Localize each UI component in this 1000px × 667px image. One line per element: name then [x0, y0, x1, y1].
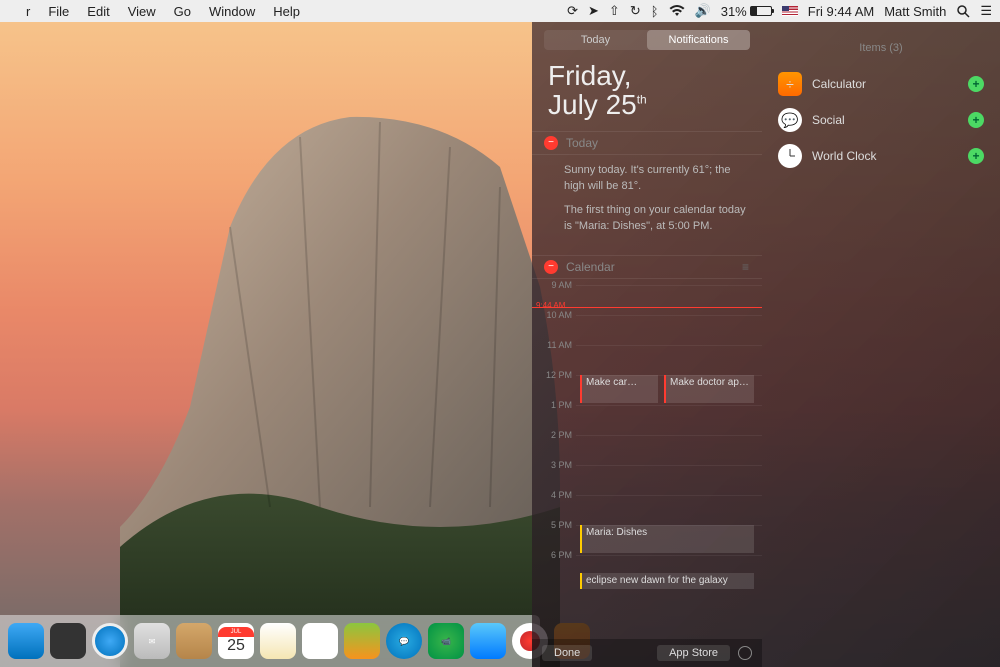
nc-today-panel: Today Notifications Friday, July 25th − … [532, 22, 762, 667]
dock-maps[interactable] [344, 623, 380, 659]
volume-icon[interactable]: 🔊 [695, 3, 711, 19]
add-calculator-button[interactable]: + [968, 76, 984, 92]
dock-calendar[interactable]: JUL25 [218, 623, 254, 659]
menu-view[interactable]: View [128, 4, 156, 19]
event-eclipse[interactable]: eclipse new dawn for the galaxy [580, 573, 754, 589]
user-menu[interactable]: Matt Smith [884, 4, 946, 19]
dock-finder[interactable] [8, 623, 44, 659]
item-label: World Clock [812, 149, 876, 163]
dock-notes[interactable] [260, 623, 296, 659]
nc-date-heading: Friday, July 25th [532, 62, 762, 131]
dock-contacts[interactable] [176, 623, 212, 659]
today-widget-header[interactable]: − Today [532, 131, 762, 155]
calendar-widget-header[interactable]: − Calendar ≡ [532, 255, 762, 279]
nc-footer: Done App Store [532, 639, 762, 667]
battery-status[interactable]: 31% [721, 4, 772, 19]
add-social-button[interactable]: + [968, 112, 984, 128]
today-widget-title: Today [566, 136, 598, 150]
dock-launchpad[interactable] [50, 623, 86, 659]
tab-today[interactable]: Today [544, 30, 647, 50]
today-widget-body: Sunny today. It's currently 61°; the hig… [532, 155, 762, 255]
menu-window[interactable]: Window [209, 4, 255, 19]
remove-calendar-widget[interactable]: − [544, 260, 558, 274]
calendar-widget-body: 9 AM 9:44 AM 10 AM 11 AM 12 PM Make car…… [532, 279, 762, 639]
menu-help[interactable]: Help [273, 4, 300, 19]
calendar-summary: The first thing on your calendar today i… [564, 203, 746, 235]
item-label: Calculator [812, 77, 866, 91]
spotlight-icon[interactable] [956, 4, 970, 18]
sync-icon[interactable]: ↻ [630, 3, 641, 19]
items-header: Items (3) [774, 30, 988, 66]
status-icon[interactable]: ⟳ [567, 3, 578, 19]
menubar: r File Edit View Go Window Help ⟳ ➤ ⇧ ↻ … [0, 0, 1000, 22]
now-indicator [532, 307, 762, 308]
dock-mail[interactable]: ✉ [134, 623, 170, 659]
dock-messages[interactable]: 💬 [386, 623, 422, 659]
item-label: Social [812, 113, 845, 127]
item-calculator[interactable]: ÷ Calculator + [774, 66, 988, 102]
done-button[interactable]: Done [542, 645, 592, 661]
clock-icon [778, 144, 802, 168]
notification-center: Today Notifications Friday, July 25th − … [532, 22, 1000, 667]
item-world-clock[interactable]: World Clock + [774, 138, 988, 174]
nc-items-panel: Items (3) ÷ Calculator + 💬 Social + Worl… [762, 22, 1000, 667]
remove-today-widget[interactable]: − [544, 136, 558, 150]
bluetooth-icon[interactable]: ᛒ [651, 4, 659, 19]
menu-go[interactable]: Go [174, 4, 191, 19]
drag-handle-icon[interactable]: ≡ [742, 260, 750, 274]
location-icon[interactable]: ➤ [588, 3, 599, 19]
menu-edit[interactable]: Edit [87, 4, 109, 19]
input-source-icon[interactable] [782, 6, 798, 16]
wifi-icon[interactable] [669, 5, 685, 17]
event-make-car[interactable]: Make car… [580, 375, 658, 403]
nc-tabs: Today Notifications [544, 30, 750, 50]
event-maria-dishes[interactable]: Maria: Dishes [580, 525, 754, 553]
social-icon: 💬 [778, 108, 802, 132]
appstore-button[interactable]: App Store [657, 645, 730, 661]
gear-icon[interactable] [738, 646, 752, 660]
dock-reminders[interactable] [302, 623, 338, 659]
add-worldclock-button[interactable]: + [968, 148, 984, 164]
dock-safari[interactable] [92, 623, 128, 659]
item-social[interactable]: 💬 Social + [774, 102, 988, 138]
upload-icon[interactable]: ⇧ [609, 3, 620, 19]
calendar-widget-title: Calendar [566, 260, 615, 274]
dock-facetime[interactable]: 📹 [428, 623, 464, 659]
menu-app[interactable]: r [26, 4, 30, 19]
weather-summary: Sunny today. It's currently 61°; the hig… [564, 163, 746, 195]
tab-notifications[interactable]: Notifications [647, 30, 750, 50]
dock-photobooth[interactable] [470, 623, 506, 659]
event-make-doctor[interactable]: Make doctor ap… [664, 375, 754, 403]
clock[interactable]: Fri 9:44 AM [808, 4, 874, 19]
calculator-icon: ÷ [778, 72, 802, 96]
now-time-label: 9:44 AM [536, 301, 565, 310]
menu-file[interactable]: File [48, 4, 69, 19]
notification-center-icon[interactable]: ☰ [980, 3, 992, 19]
dock: ✉ JUL25 💬 📹 [0, 615, 540, 667]
